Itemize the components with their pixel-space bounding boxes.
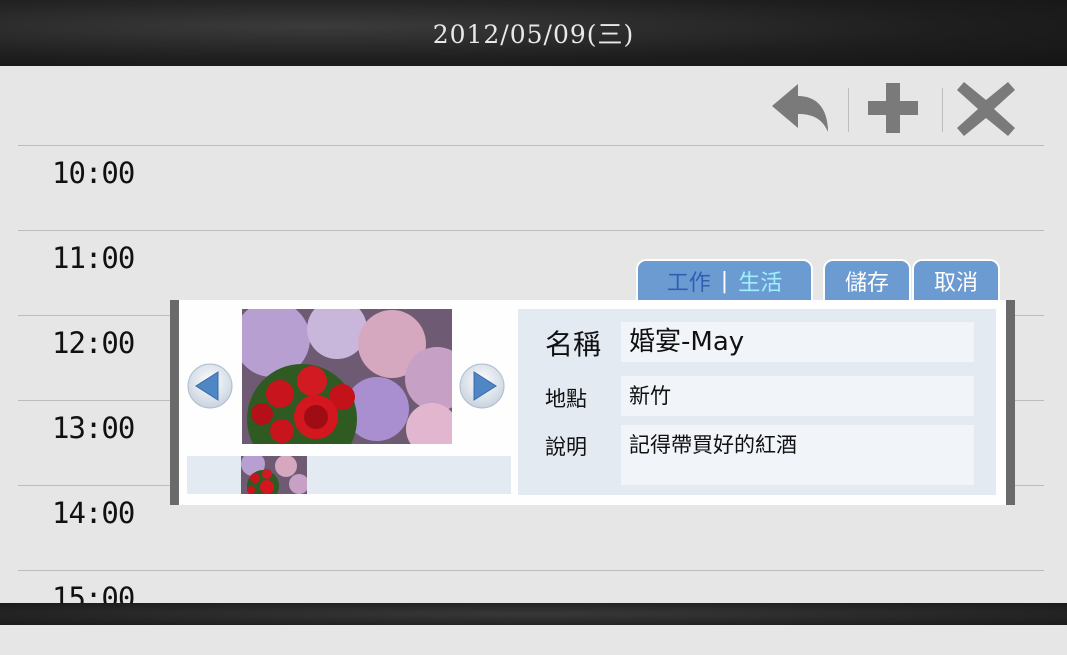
arrow-right-icon [459,363,505,409]
close-icon [957,82,1015,136]
arrow-left-icon [187,363,233,409]
plus-icon [868,83,918,133]
category-work[interactable]: 工作 [667,265,711,297]
name-field[interactable]: 婚宴-May [621,322,974,362]
back-button[interactable] [768,78,832,140]
date-title: 2012/05/09(三) [432,20,635,49]
back-arrow-icon [772,84,828,132]
time-label: 14:00 [52,496,135,530]
toolbar-divider [848,88,849,132]
thumbnail-strip [187,456,511,494]
category-tab: 工作 | 生活 [636,259,813,301]
cancel-button[interactable]: 取消 [912,259,1000,301]
toolbar-divider [942,88,943,132]
prev-photo-button[interactable] [186,362,234,410]
footer-bar [0,603,1067,625]
place-label: 地點 [545,387,587,411]
save-button[interactable]: 儲存 [823,259,911,301]
time-slot[interactable]: 10:00 [18,145,1044,230]
photo-thumbnail[interactable] [241,456,307,494]
add-button[interactable] [862,78,926,140]
time-label: 10:00 [52,156,135,190]
time-label: 12:00 [52,326,135,360]
close-button[interactable] [954,78,1018,140]
description-field[interactable]: 記得帶買好的紅酒 [621,425,974,485]
name-label: 名稱 [545,328,602,361]
time-label: 13:00 [52,411,135,445]
event-form: 名稱 婚宴-May 地點 新竹 說明 記得帶買好的紅酒 [518,309,996,495]
next-photo-button[interactable] [458,362,506,410]
place-field[interactable]: 新竹 [621,376,974,416]
category-life[interactable]: 生活 [738,265,782,297]
description-label: 說明 [545,435,587,459]
category-separator: | [720,268,729,294]
time-label: 11:00 [52,241,135,275]
toolbar [768,78,1028,140]
header-bar: 2012/05/09(三) [0,0,1067,66]
event-editor-panel: 名稱 婚宴-May 地點 新竹 說明 記得帶買好的紅酒 [170,300,1015,505]
event-photo [242,309,452,444]
